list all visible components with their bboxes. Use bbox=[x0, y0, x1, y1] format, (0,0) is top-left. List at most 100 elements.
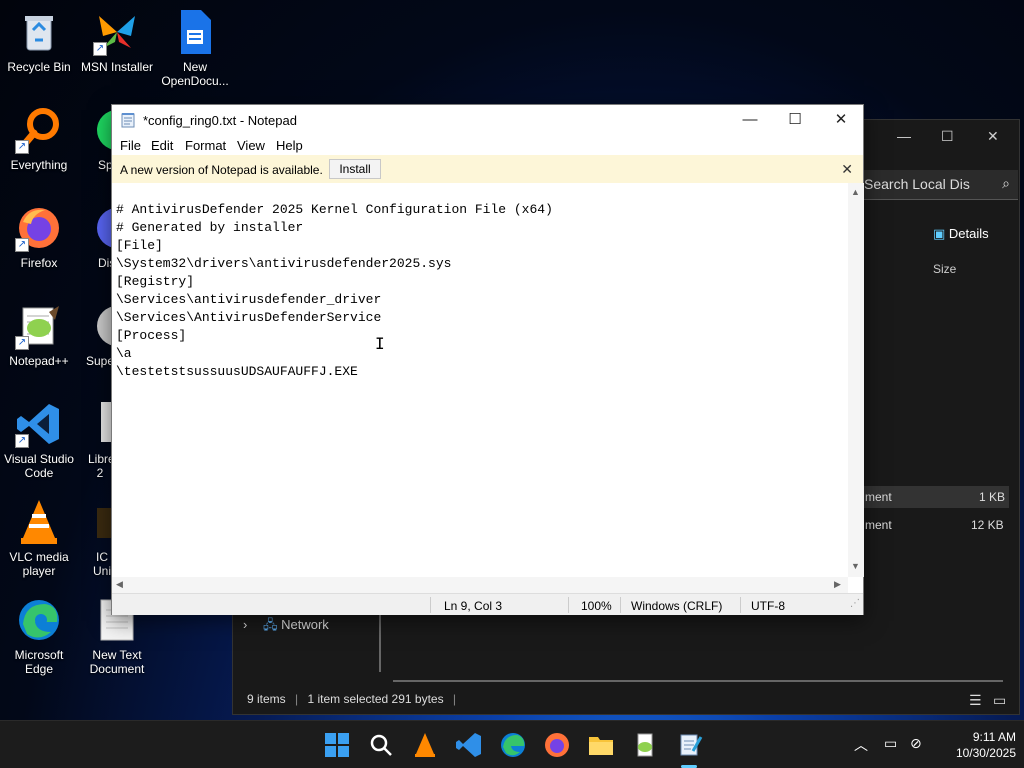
desktop-icon-label: New Text Document bbox=[89, 648, 145, 676]
vscode-icon: ↗ bbox=[15, 400, 63, 448]
text-editor[interactable]: # AntivirusDefender 2025 Kernel Configur… bbox=[112, 183, 848, 577]
menu-file[interactable]: File bbox=[120, 138, 141, 153]
install-button[interactable]: Install bbox=[329, 159, 381, 179]
desktop-icon-label: Supe bbox=[86, 354, 112, 368]
shortcut-arrow-icon: ↗ bbox=[93, 42, 107, 56]
desktop-icon-label: Sp bbox=[98, 158, 112, 172]
file-type-cell: ment bbox=[865, 490, 892, 504]
table-row[interactable]: ment 12 KB bbox=[861, 514, 1009, 536]
search-icon[interactable] bbox=[367, 731, 395, 759]
text-line: \Services\AntivirusDefenderService bbox=[116, 310, 382, 325]
desktop-icon-label: Microsoft Edge bbox=[14, 648, 64, 676]
nav-item-network[interactable]: › 🖧 Network bbox=[243, 616, 329, 638]
details-pane-button[interactable]: ▣ Details bbox=[933, 226, 989, 242]
notepad-window[interactable]: *config_ring0.txt - Notepad — ☐ ✕ File E… bbox=[111, 104, 864, 615]
clock-date: 10/30/2025 bbox=[955, 746, 1016, 760]
menu-view[interactable]: View bbox=[237, 138, 265, 153]
spotify-icon bbox=[93, 106, 112, 154]
text-line: \testetstsussuusUDSAUFAUFFJ.EXE bbox=[116, 364, 358, 379]
notepad-app-icon bbox=[121, 113, 135, 128]
maximize-button[interactable]: ☐ bbox=[772, 105, 818, 135]
vscode-icon[interactable] bbox=[455, 731, 483, 759]
scroll-right-icon[interactable]: ▶ bbox=[834, 579, 841, 590]
system-clock[interactable]: 9:11 AM 10/30/2025 bbox=[936, 729, 1016, 761]
close-button[interactable]: ✕ bbox=[818, 105, 864, 135]
nav-item-label: Network bbox=[281, 617, 329, 632]
network-icon: 🖧 bbox=[262, 617, 278, 632]
scroll-down-icon[interactable]: ▼ bbox=[851, 561, 860, 571]
shortcut-arrow-icon: ↗ bbox=[15, 140, 29, 154]
desktop-icon-label: Everything bbox=[10, 158, 68, 172]
minimize-icon[interactable]: — bbox=[897, 128, 911, 144]
text-line: [Registry] bbox=[116, 274, 195, 289]
resize-grip-icon[interactable]: ⋰ bbox=[850, 598, 860, 609]
search-placeholder: Search Local Dis bbox=[864, 176, 970, 192]
desktop-icon-vscode[interactable]: ↗ Visual Studio Code bbox=[0, 400, 78, 480]
notepadpp-icon[interactable] bbox=[631, 731, 659, 759]
chevron-up-icon[interactable]: ︿ bbox=[854, 735, 868, 755]
text-line: # Generated by installer bbox=[116, 220, 304, 235]
details-view-icon[interactable]: ☰ bbox=[969, 692, 982, 709]
desktop-icon-msn-installer[interactable]: ↗ MSN Installer bbox=[78, 8, 156, 74]
close-icon[interactable]: ✕ bbox=[841, 161, 853, 178]
notepadpp-icon: ↗ bbox=[15, 302, 63, 350]
tiles-view-icon[interactable]: ▭ bbox=[993, 692, 1006, 709]
text-line: \a bbox=[116, 346, 132, 361]
vertical-scrollbar[interactable]: ▲ ▼ bbox=[848, 183, 864, 577]
nav-scrollbar[interactable] bbox=[379, 606, 381, 672]
horizontal-scrollbar[interactable]: ◀ ▶ bbox=[112, 577, 848, 593]
app-icon bbox=[93, 302, 112, 350]
maximize-icon[interactable]: ☐ bbox=[941, 128, 954, 145]
display-icon[interactable]: ▭ bbox=[884, 735, 897, 752]
column-header-size[interactable]: Size bbox=[933, 262, 956, 276]
desktop-icon-label: Notepad++ bbox=[9, 354, 69, 368]
menu-help[interactable]: Help bbox=[276, 138, 303, 153]
scroll-up-icon[interactable]: ▲ bbox=[851, 187, 860, 197]
desktop-icon-label: VLC media player bbox=[9, 550, 69, 578]
app-icon bbox=[93, 498, 112, 546]
menu-edit[interactable]: Edit bbox=[151, 138, 173, 153]
desktop-icon-label: Dis bbox=[98, 256, 112, 270]
desktop-icon-vlc[interactable]: VLC media player bbox=[0, 498, 78, 578]
minimize-button[interactable]: — bbox=[727, 105, 773, 135]
shortcut-arrow-icon: ↗ bbox=[15, 434, 29, 448]
desktop-icon-recycle-bin[interactable]: Recycle Bin bbox=[0, 8, 78, 74]
desktop-icon-new-opendocument[interactable]: New OpenDocu... bbox=[156, 8, 234, 88]
update-banner: A new version of Notepad is available. I… bbox=[112, 155, 863, 183]
notepad-titlebar[interactable]: *config_ring0.txt - Notepad — ☐ ✕ bbox=[112, 105, 863, 135]
file-size-cell: 12 KB bbox=[971, 518, 1004, 532]
edge-icon[interactable] bbox=[499, 731, 527, 759]
file-explorer-icon[interactable] bbox=[587, 731, 615, 759]
file-type-cell: ment bbox=[865, 518, 892, 532]
vlc-icon[interactable] bbox=[411, 731, 439, 759]
content-scrollbar[interactable] bbox=[393, 680, 1003, 682]
taskbar: ︿ ▭ ⊘ 9:11 AM 10/30/2025 bbox=[0, 720, 1024, 768]
menu-format[interactable]: Format bbox=[185, 138, 226, 153]
desktop-icon-discord[interactable]: Dis bbox=[78, 204, 112, 270]
text-line: # AntivirusDefender 2025 Kernel Configur… bbox=[116, 202, 553, 217]
msn-butterfly-icon: ↗ bbox=[93, 8, 141, 56]
file-size-cell: 1 KB bbox=[979, 490, 1006, 504]
text-line: \Services\antivirusdefender_driver bbox=[116, 292, 382, 307]
close-icon[interactable]: ✕ bbox=[987, 128, 999, 145]
text-line: \System32\drivers\antivirusdefender2025.… bbox=[116, 256, 452, 271]
zoom-level: 100% bbox=[581, 599, 612, 613]
scroll-left-icon[interactable]: ◀ bbox=[116, 579, 123, 590]
desktop-icon-uni[interactable]: IC Uni bbox=[78, 498, 112, 578]
desktop-icon-firefox[interactable]: ↗ Firefox bbox=[0, 204, 78, 270]
desktop-icon-supe[interactable]: Supe bbox=[78, 302, 112, 368]
shortcut-arrow-icon: ↗ bbox=[15, 238, 29, 252]
desktop-icon-edge[interactable]: Microsoft Edge bbox=[0, 596, 78, 676]
desktop-icon-notepadpp[interactable]: ↗ Notepad++ bbox=[0, 302, 78, 368]
desktop-icon-spotify[interactable]: Sp bbox=[78, 106, 112, 172]
status-item-count: 9 items bbox=[247, 692, 286, 706]
notepad-icon[interactable] bbox=[675, 731, 703, 759]
network-status-icon[interactable]: ⊘ bbox=[910, 735, 922, 752]
table-row[interactable]: ment 1 KB bbox=[861, 486, 1009, 508]
desktop-icon-everything[interactable]: ↗ Everything bbox=[0, 106, 78, 172]
explorer-search-input[interactable]: Search Local Dis ⌕ bbox=[858, 170, 1018, 200]
start-icon[interactable] bbox=[323, 731, 351, 759]
text-line: [File] bbox=[116, 238, 163, 253]
desktop-icon-libreoffice[interactable]: Libre 2 bbox=[78, 400, 112, 480]
firefox-icon[interactable] bbox=[543, 731, 571, 759]
